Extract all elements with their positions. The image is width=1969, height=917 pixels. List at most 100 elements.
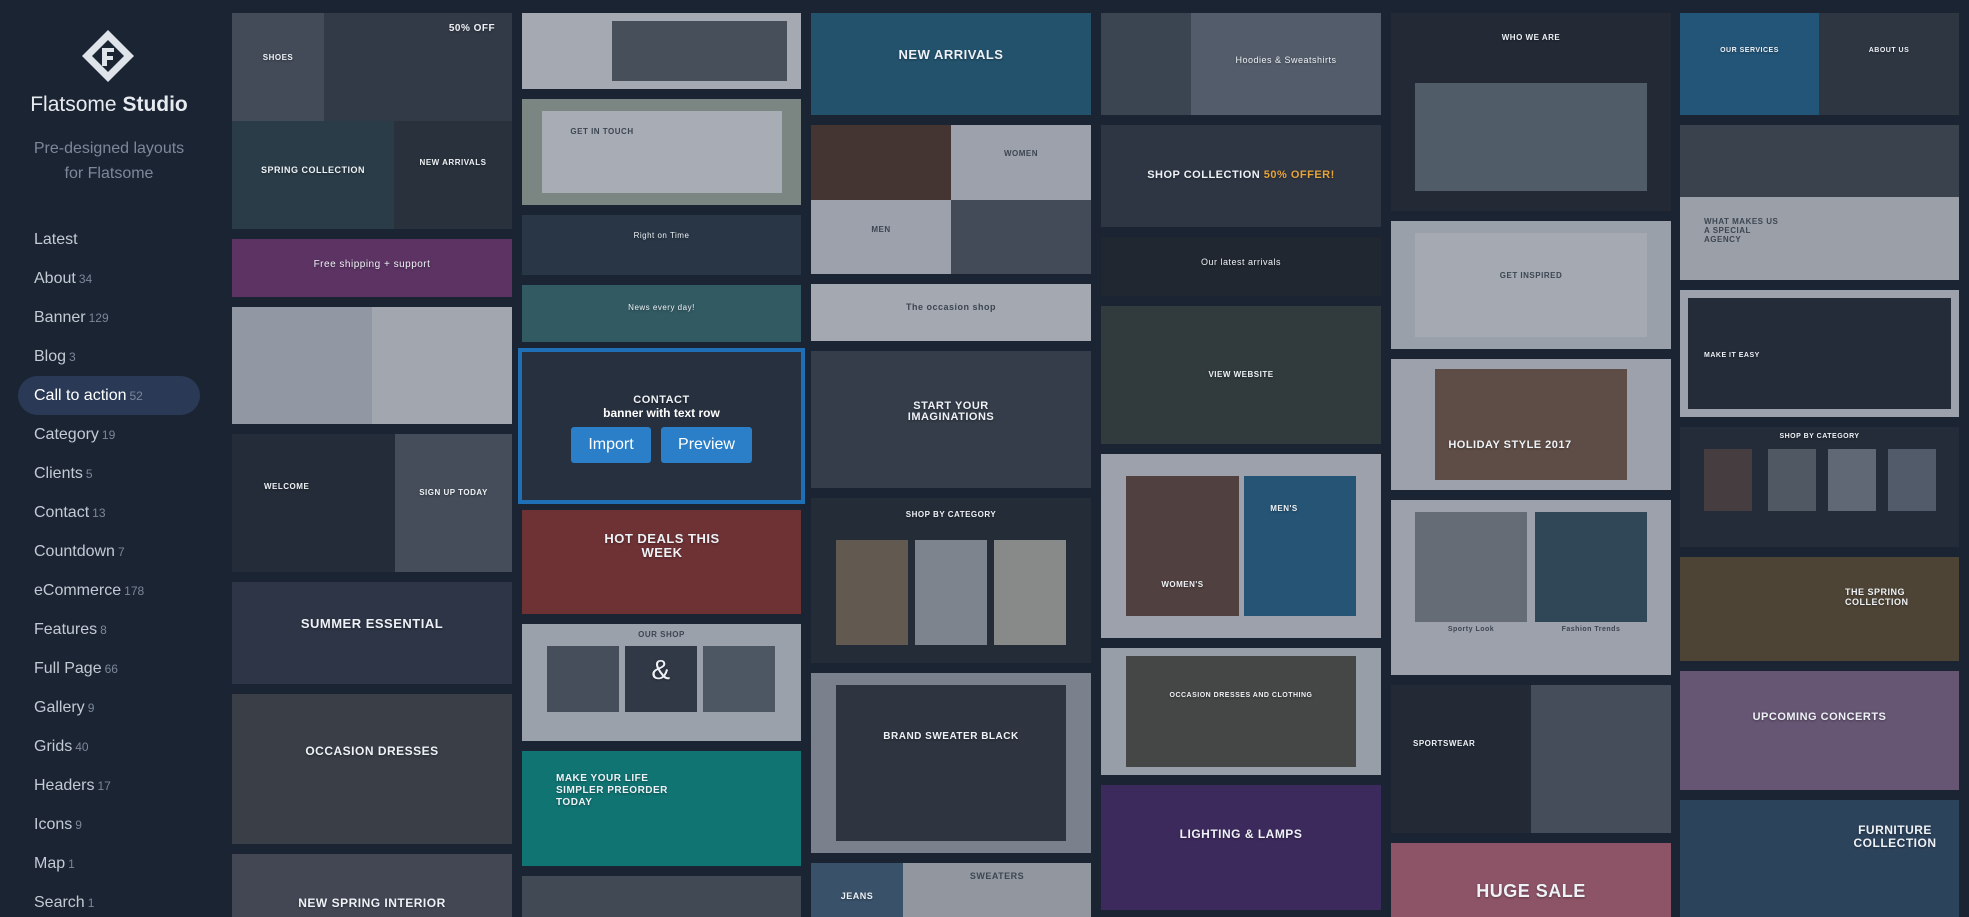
template-tile-summer-essential[interactable]: SUMMER ESSENTIAL [232,582,512,684]
nav-item-about[interactable]: About 34 [18,259,200,298]
tile-caption: GET IN TOUCH [570,127,634,136]
tile-caption: MAKE IT EASY [1704,352,1760,359]
nav-item-gallery[interactable]: Gallery 9 [18,688,200,727]
tile-caption: HOLIDAY STYLE 2017 [1448,439,1572,451]
tile-caption: News every day! [628,303,695,312]
nav-item-contact[interactable]: Contact 13 [18,493,200,532]
template-tile-about-us[interactable] [522,13,801,89]
nav-item-icons[interactable]: Icons 9 [18,805,200,844]
template-tile-start-imaginations[interactable]: START YOUR IMAGINATIONS [811,351,1091,488]
tile-caption: HUGE SALE [1476,881,1586,901]
tile-caption: NEW SPRING INTERIOR [298,896,446,910]
template-tile-make-it-easy[interactable]: MAKE IT EASY [1680,290,1959,417]
brand-title: Flatsome Studio [30,93,188,116]
tile-caption: SHOP COLLECTION 50% OFFER! [1147,169,1335,181]
tile-caption: WHO WE ARE [1501,33,1561,42]
template-tile-our-shop[interactable]: OUR SHOP & [522,624,801,741]
template-tile-women-men[interactable]: WOMEN MEN [811,125,1091,274]
template-tile-shop-collection[interactable]: SHOP COLLECTION 50% OFFER! [1101,125,1381,227]
template-tile-brand-sweater[interactable]: BRAND SWEATER BLACK [811,673,1091,853]
template-tile-occasion-dresses[interactable]: OCCASION DRESSES [232,694,512,844]
tile-caption: OUR SHOP [638,630,685,639]
template-tile-new-arrivals[interactable]: NEW ARRIVALS [811,13,1091,115]
tile-caption: ABOUT US [1868,47,1910,54]
nav-item-clients[interactable]: Clients 5 [18,454,200,493]
template-tile-spring-collection[interactable]: THE SPRING COLLECTION [1680,557,1959,661]
nav-item-map[interactable]: Map 1 [18,844,200,883]
template-tile-special-agency[interactable]: WHAT MAKES US A SPECIAL AGENCY [1680,125,1959,280]
tile-caption: NEW ARRIVALS [898,47,1004,62]
tile-caption: UPCOMING CONCERTS [1752,711,1887,723]
tile-caption: SUMMER ESSENTIAL [300,616,444,631]
template-tile-huge-sale[interactable]: HUGE SALE [1391,843,1671,917]
template-tile-make-life-simpler[interactable]: MAKE YOUR LIFE SIMPLER PREORDER TODAY [522,751,801,866]
template-tile-right-on-time[interactable]: Right on Time [522,215,801,275]
nav-item-call-to-action[interactable]: Call to action 52 [18,376,200,415]
nav-item-features[interactable]: Features 8 [18,610,200,649]
tile-caption: Right on Time [633,231,690,240]
template-tile-hoodies[interactable]: Hoodies & Sweatshirts [1101,13,1381,115]
template-tile-shop-by-category-2[interactable]: SHOP BY CATEGORY [1680,427,1959,547]
tile-caption: JEANS [840,891,874,901]
template-tile-get-in-touch[interactable]: GET IN TOUCH [522,99,801,205]
tile-caption: WOMEN [1003,149,1039,158]
template-tile-features-icons[interactable] [232,307,512,424]
preview-button[interactable]: Preview [661,427,752,463]
template-tile-holiday-style[interactable]: HOLIDAY STYLE 2017 [1391,359,1671,490]
nav-item-category[interactable]: Category 19 [18,415,200,454]
template-tile-free-shipping[interactable]: Free shipping + support [232,239,512,297]
import-button[interactable]: Import [571,427,651,463]
tile-caption: CONTACT [633,394,690,406]
tile-caption: WOMEN'S [1161,580,1204,589]
template-tile-sporty-fashion[interactable]: Sporty Look Fashion Trends [1391,500,1671,675]
tile-caption: SPORTSWEAR [1413,739,1476,748]
template-tile-contact-selected[interactable]: CONTACT banner with text row Import Prev… [518,348,805,504]
template-tile-shop-by-category[interactable]: SHOP BY CATEGORY [811,498,1091,663]
sidebar: Flatsome Studio Pre-designed layouts for… [0,0,218,917]
nav-item-banner[interactable]: Banner 129 [18,298,200,337]
template-tile-furniture[interactable]: FURNITURE COLLECTION [1680,800,1959,917]
tile-caption: SHOP BY CATEGORY [1779,433,1860,440]
nav-item-full-page[interactable]: Full Page 66 [18,649,200,688]
nav-item-countdown[interactable]: Countdown 7 [18,532,200,571]
template-tile-lighting-lamps[interactable]: LIGHTING & LAMPS [1101,785,1381,910]
template-tile-who-we-are[interactable]: WHO WE ARE [1391,13,1671,211]
nav-item-grids[interactable]: Grids 40 [18,727,200,766]
template-tile-latest-arrivals[interactable]: Our latest arrivals [1101,237,1381,296]
template-tile-partial[interactable] [522,876,801,917]
tile-caption: FURNITURE COLLECTION [1853,823,1937,850]
nav-item-search[interactable]: Search 1 [18,883,200,917]
nav-item-latest[interactable]: Latest [18,220,200,259]
template-tile-services-about[interactable]: OUR SERVICES ABOUT US [1680,13,1959,115]
template-tile-hot-deals[interactable]: HOT DEALS THIS WEEK [522,510,801,614]
template-tile-welcome[interactable]: WELCOME SIGN UP TODAY [232,434,512,572]
tile-caption: OCCASION DRESSES [305,744,439,758]
template-tile-occasion-shop[interactable]: The occasion shop [811,284,1091,341]
tile-caption: BRAND SWEATER BLACK [883,731,1019,742]
tile-caption: Sporty Look [1447,626,1495,633]
tile-caption: GET INSPIRED [1499,271,1563,280]
nav-item-blog[interactable]: Blog 3 [18,337,200,376]
tile-caption: LIGHTING & LAMPS [1179,827,1303,841]
tile-caption: SPRING COLLECTION [260,165,365,175]
template-tile-news-every-day[interactable]: News every day! [522,285,801,342]
tile-caption: MEN'S [1270,504,1298,513]
template-tile-sweaters-jeans[interactable]: SWEATERS JEANS [811,863,1091,917]
template-tile-spring-interior[interactable]: NEW SPRING INTERIOR [232,854,512,917]
nav-item-ecommerce[interactable]: eCommerce 178 [18,571,200,610]
tile-caption: HOT DEALS THIS WEEK [604,531,720,560]
template-tile-shoes[interactable]: SHOES 50% OFF SPRING COLLECTION NEW ARRI… [232,13,512,229]
tile-caption: OUR SERVICES [1720,47,1779,54]
template-tile-get-inspired[interactable]: GET INSPIRED [1391,221,1671,349]
template-tile-view-website[interactable]: VIEW WEBSITE [1101,306,1381,444]
template-tile-occasion-clothing[interactable]: OCCASION DRESSES AND CLOTHING [1101,648,1381,775]
tile-caption: WELCOME [264,482,310,491]
tile-caption: VIEW WEBSITE [1208,370,1274,379]
nav-item-headers[interactable]: Headers 17 [18,766,200,805]
hover-template-label: banner with text row [603,406,720,420]
category-nav: Latest About 34 Banner 129 Blog 3 Call to a… [18,220,200,917]
tile-caption: SIGN UP TODAY [419,488,488,497]
template-tile-upcoming-concerts[interactable]: UPCOMING CONCERTS [1680,671,1959,790]
template-tile-womens-mens[interactable]: WOMEN'S MEN'S [1101,454,1381,638]
template-tile-sportswear[interactable]: SPORTSWEAR [1391,685,1671,833]
